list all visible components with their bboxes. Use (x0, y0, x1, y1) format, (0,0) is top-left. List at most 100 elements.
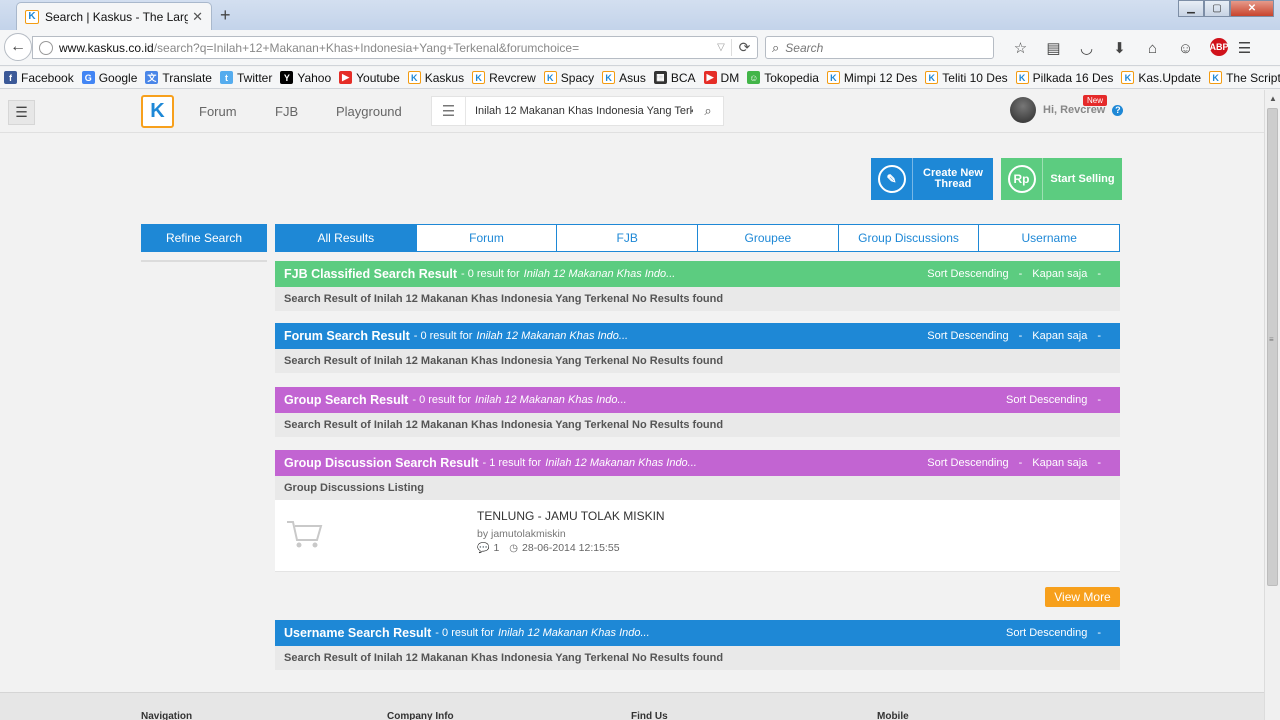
bookmark-item[interactable]: t Twitter (219, 71, 272, 85)
kaskus-icon: K (472, 71, 486, 84)
bookmark-item[interactable]: 文 Translate (145, 71, 212, 85)
sort-dropdown-arrow[interactable]: - (1097, 627, 1101, 639)
time-filter-dropdown[interactable]: Kapan saja (1032, 330, 1087, 342)
user-menu[interactable]: Hi, Revcrew New ? (1010, 95, 1124, 123)
url-dropdown-icon[interactable]: ▽ (711, 42, 731, 53)
sort-dropdown-arrow[interactable]: - (1097, 394, 1101, 406)
nav-playground[interactable]: Playground (336, 104, 402, 119)
bookmark-item[interactable]: G Google (81, 71, 137, 85)
browser-toolbar: ☆ ▤ ◡ ⬇ ⌂ ☺ ABP ☰ (1004, 38, 1261, 58)
bookmark-item[interactable]: K Teliti 10 Des (925, 71, 1008, 85)
create-thread-label: Create New Thread (923, 167, 983, 190)
adblock-icon[interactable]: ABP (1210, 38, 1229, 56)
bookmark-item[interactable]: K Pilkada 16 Des (1015, 70, 1114, 85)
sort-dropdown[interactable]: Sort Descending (1006, 627, 1087, 639)
bookmark-item[interactable]: ▶ Youtube (339, 71, 400, 85)
filter-tab-fjb[interactable]: FJB (556, 225, 697, 251)
nav-forum[interactable]: Forum (199, 104, 237, 119)
time-dropdown-arrow[interactable]: - (1097, 330, 1101, 342)
tab-close-icon[interactable]: ✕ (192, 9, 203, 25)
download-icon[interactable]: ⬇ (1103, 38, 1136, 58)
facebook-icon: f (4, 71, 17, 84)
browser-search-bar[interactable]: ⌕ Search (765, 36, 994, 59)
filter-tab-group-discussions[interactable]: Group Discussions (837, 225, 979, 251)
section-title: FJB Classified Search Result (284, 267, 457, 281)
window-close-icon[interactable]: ✕ (1230, 0, 1274, 17)
time-dropdown-arrow[interactable]: - (1097, 457, 1101, 469)
site-search-input[interactable]: Inilah 12 Makanan Khas Indonesia Yang Te… (466, 105, 693, 117)
rupiah-icon: Rp (1007, 165, 1036, 193)
bookmark-item[interactable]: K Spacy (543, 71, 594, 85)
sort-dropdown[interactable]: Sort Descending (927, 330, 1008, 342)
bookmark-item[interactable]: K Kas.Update (1121, 71, 1201, 85)
filter-tab-forum[interactable]: Forum (415, 225, 557, 251)
bookmark-item[interactable]: K The Script (1209, 71, 1280, 85)
sort-dropdown-arrow[interactable]: - (1019, 330, 1023, 342)
time-filter-dropdown[interactable]: Kapan saja (1032, 457, 1087, 469)
thread-author[interactable]: by jamutolakmiskin (477, 528, 566, 540)
reload-icon[interactable]: ⟳ (731, 39, 757, 56)
browser-tab[interactable]: K Search | Kaskus - The Large... ✕ (16, 2, 212, 30)
filter-tab-username[interactable]: Username (978, 225, 1119, 251)
youtube-icon: ▶ (339, 71, 353, 84)
bookmark-item[interactable]: ▶ DM (703, 71, 739, 85)
reading-list-icon[interactable]: ▤ (1037, 38, 1070, 58)
filter-tab-groupee[interactable]: Groupee (697, 225, 838, 251)
search-category-menu-icon[interactable]: ☰ (432, 97, 466, 125)
time-dropdown-arrow[interactable]: - (1097, 268, 1101, 280)
bookmark-item[interactable]: K Asus (602, 71, 646, 85)
sort-dropdown-arrow[interactable]: - (1019, 268, 1023, 280)
bookmarks-bar: f Facebook G Google 文 Translate t Twitter Y Yahoo… (0, 67, 1280, 89)
pocket-icon[interactable]: ◡ (1070, 38, 1103, 58)
thread-title[interactable]: TENLUNG - JAMU TOLAK MISKIN (477, 509, 665, 523)
rupiah-icon-wrap: Rp (1001, 158, 1043, 200)
kaskus-icon: K (925, 71, 939, 84)
start-selling-button[interactable]: Rp Start Selling (1001, 158, 1122, 200)
hamburger-menu-icon[interactable]: ☰ (8, 100, 35, 125)
bookmark-item[interactable]: Y Yahoo (280, 71, 331, 85)
menu-icon[interactable]: ☰ (1228, 38, 1261, 58)
chat-icon[interactable]: ☺ (1169, 38, 1202, 58)
sort-dropdown[interactable]: Sort Descending (927, 268, 1008, 280)
bookmark-item[interactable]: K Revcrew (472, 71, 536, 85)
maximize-icon[interactable]: ▢ (1204, 0, 1230, 17)
minimize-icon[interactable]: ▁ (1178, 0, 1204, 17)
bookmark-label: Revcrew (489, 70, 536, 85)
bookmark-item[interactable]: K Mimpi 12 Des (826, 71, 917, 85)
create-new-thread-button[interactable]: ✎ Create New Thread (871, 158, 993, 200)
bookmark-item[interactable]: ☺ Tokopedia (747, 71, 819, 85)
scrollbar-thumb[interactable] (1267, 108, 1278, 586)
page-scrollbar[interactable]: ▲ ≡ (1264, 90, 1280, 720)
search-icon[interactable]: ⌕ (693, 103, 723, 119)
sort-dropdown-arrow[interactable]: - (1019, 457, 1023, 469)
result-query: Inilah 12 Makanan Khas Indo... (497, 627, 650, 639)
avatar[interactable] (1010, 97, 1036, 123)
nav-fjb[interactable]: FJB (275, 104, 298, 119)
help-icon[interactable]: ? (1112, 104, 1124, 116)
site-search: ☰ Inilah 12 Makanan Khas Indonesia Yang … (431, 96, 724, 126)
scrollbar-grip-icon: ≡ (1269, 335, 1274, 344)
refine-search-button[interactable]: Refine Search (141, 224, 267, 252)
view-more-button[interactable]: View More (1045, 587, 1120, 607)
bookmark-item[interactable]: f Facebook (4, 71, 74, 85)
section-title: Group Search Result (284, 393, 409, 407)
url-bar[interactable]: www.kaskus.co.id/search?q=Inilah+12+Maka… (32, 36, 758, 59)
new-tab-icon[interactable]: + (220, 5, 231, 26)
globe-icon (39, 40, 53, 55)
home-icon[interactable]: ⌂ (1136, 38, 1169, 58)
kaskus-logo[interactable]: K (141, 95, 174, 128)
result-section: Group Discussion Search Result - 1 result… (275, 450, 1120, 500)
start-selling-label: Start Selling (1050, 172, 1115, 185)
bookmark-star-icon[interactable]: ☆ (1004, 38, 1037, 58)
bookmark-item[interactable]: ▦ BCA (653, 71, 696, 85)
bookmark-item[interactable]: K Kaskus (407, 71, 464, 85)
sort-dropdown[interactable]: Sort Descending (927, 457, 1008, 469)
filter-tab-all-results[interactable]: All Results (276, 225, 416, 251)
url-text[interactable]: www.kaskus.co.id/search?q=Inilah+12+Maka… (59, 41, 711, 55)
bookmark-label: Pilkada 16 Des (1032, 70, 1114, 85)
sort-dropdown[interactable]: Sort Descending (1006, 394, 1087, 406)
back-icon[interactable]: ← (4, 33, 32, 61)
group-discussion-listing[interactable]: TENLUNG - JAMU TOLAK MISKIN by jamutolak… (275, 500, 1120, 572)
time-filter-dropdown[interactable]: Kapan saja (1032, 268, 1087, 280)
scroll-up-icon[interactable]: ▲ (1265, 90, 1280, 106)
